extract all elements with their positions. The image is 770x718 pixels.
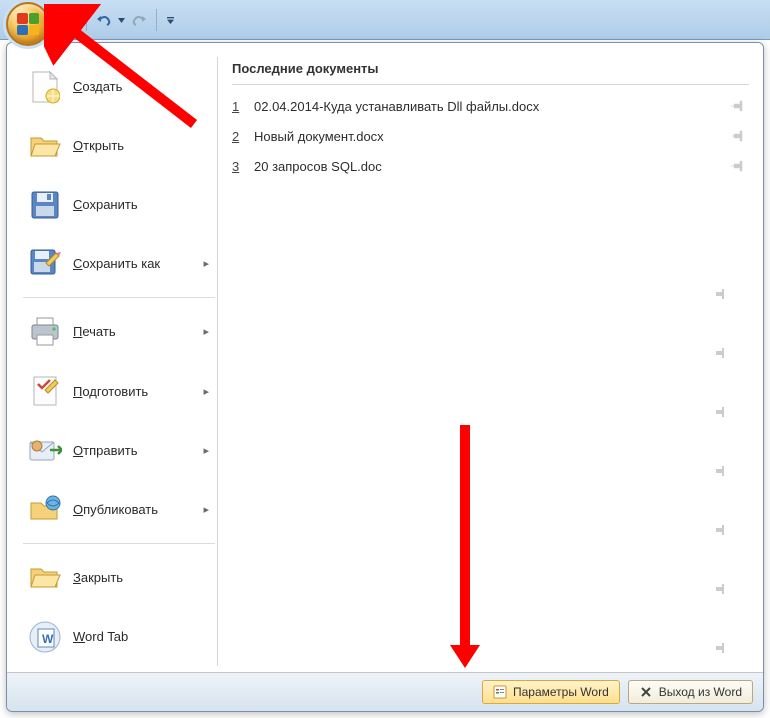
- pin-icon: [731, 99, 745, 113]
- decorative-pins: [713, 287, 727, 655]
- recent-documents-title: Последние документы: [232, 57, 749, 85]
- menu-item-close[interactable]: Закрыть: [21, 548, 217, 607]
- prepare-icon: [27, 373, 63, 409]
- menu-label: Подготовить: [73, 384, 203, 399]
- pin-button[interactable]: [727, 159, 749, 173]
- pin-icon: [713, 641, 727, 655]
- exit-word-button[interactable]: Выход из Word: [628, 680, 753, 704]
- menu-item-send[interactable]: Отправить ▸: [21, 421, 217, 480]
- quick-access-toolbar: [58, 9, 177, 31]
- pin-icon: [713, 287, 727, 301]
- pin-icon: [731, 159, 745, 173]
- menu-item-save[interactable]: Сохранить: [21, 175, 217, 234]
- menu-label: Сохранить: [73, 197, 217, 212]
- publish-icon: [27, 491, 63, 527]
- menu-separator: [23, 297, 215, 298]
- submenu-arrow-icon: ▸: [203, 503, 209, 516]
- office-menu-panel: Создать Открыть: [6, 42, 764, 712]
- qat-save-button[interactable]: [58, 9, 80, 31]
- menu-label: Сохранить как: [73, 256, 203, 271]
- menu-label: Создать: [73, 79, 217, 94]
- recent-documents-panel: Последние документы 1 02.04.2014-Куда ус…: [217, 57, 749, 666]
- office-button[interactable]: [6, 2, 50, 46]
- recent-documents-list: 1 02.04.2014-Куда устанавливать Dll файл…: [232, 91, 749, 181]
- menu-item-publish[interactable]: Опубликовать ▸: [21, 480, 217, 539]
- recent-doc-name: Новый документ.docx: [248, 129, 727, 144]
- send-icon: [27, 432, 63, 468]
- qat-redo-button[interactable]: [128, 9, 150, 31]
- floppy-icon: [61, 12, 77, 28]
- open-folder-icon: [27, 128, 63, 164]
- print-icon: [27, 314, 63, 350]
- submenu-arrow-icon: ▸: [203, 385, 209, 398]
- options-icon: [493, 685, 507, 699]
- save-icon: [27, 187, 63, 223]
- new-document-icon: [27, 69, 63, 105]
- menu-label: Отправить: [73, 443, 203, 458]
- close-x-icon: [639, 685, 653, 699]
- recent-doc-name: 02.04.2014-Куда устанавливать Dll файлы.…: [248, 99, 727, 114]
- menu-item-wordtab[interactable]: W Word Tab: [21, 607, 217, 666]
- recent-document-row[interactable]: 1 02.04.2014-Куда устанавливать Dll файл…: [232, 91, 749, 121]
- recent-doc-number: 1: [232, 99, 248, 114]
- pin-icon: [731, 129, 745, 143]
- menu-label: Печать: [73, 324, 203, 339]
- titlebar: [0, 0, 770, 40]
- recent-document-row[interactable]: 3 20 запросов SQL.doc: [232, 151, 749, 181]
- pin-icon: [713, 346, 727, 360]
- button-label: Выход из Word: [659, 685, 742, 699]
- menu-item-open[interactable]: Открыть: [21, 116, 217, 175]
- redo-icon: [131, 12, 147, 28]
- qat-separator: [156, 9, 157, 31]
- menu-item-prepare[interactable]: Подготовить ▸: [21, 362, 217, 421]
- qat-undo-dropdown[interactable]: [117, 17, 126, 24]
- pin-button[interactable]: [727, 99, 749, 113]
- menu-separator: [23, 543, 215, 544]
- pin-icon: [713, 464, 727, 478]
- qat-separator: [86, 9, 87, 31]
- qat-undo-button[interactable]: [93, 9, 115, 31]
- pin-icon: [713, 405, 727, 419]
- word-options-button[interactable]: Параметры Word: [482, 680, 620, 704]
- undo-icon: [96, 12, 112, 28]
- submenu-arrow-icon: ▸: [203, 257, 209, 270]
- menu-label: Открыть: [73, 138, 217, 153]
- pin-icon: [713, 523, 727, 537]
- pin-button[interactable]: [727, 129, 749, 143]
- button-label: Параметры Word: [513, 685, 609, 699]
- office-menu-inner: Создать Открыть: [7, 43, 763, 673]
- menu-item-new[interactable]: Создать: [21, 57, 217, 116]
- menu-left-column: Создать Открыть: [21, 57, 217, 666]
- office-logo-icon: [17, 13, 39, 35]
- pin-icon: [713, 582, 727, 596]
- submenu-arrow-icon: ▸: [203, 444, 209, 457]
- submenu-arrow-icon: ▸: [203, 325, 209, 338]
- recent-doc-number: 2: [232, 129, 248, 144]
- menu-label: Закрыть: [73, 570, 217, 585]
- close-icon: [27, 559, 63, 595]
- recent-doc-name: 20 запросов SQL.doc: [248, 159, 727, 174]
- menu-label: Word Tab: [73, 629, 217, 644]
- svg-text:W: W: [42, 632, 54, 646]
- recent-doc-number: 3: [232, 159, 248, 174]
- recent-document-row[interactable]: 2 Новый документ.docx: [232, 121, 749, 151]
- menu-label: Опубликовать: [73, 502, 203, 517]
- office-menu-footer: Параметры Word Выход из Word: [7, 673, 763, 711]
- qat-customize-dropdown[interactable]: [163, 17, 177, 24]
- menu-item-print[interactable]: Печать ▸: [21, 302, 217, 361]
- wordtab-icon: W: [27, 619, 63, 655]
- saveas-icon: [27, 246, 63, 282]
- menu-item-saveas[interactable]: Сохранить как ▸: [21, 234, 217, 293]
